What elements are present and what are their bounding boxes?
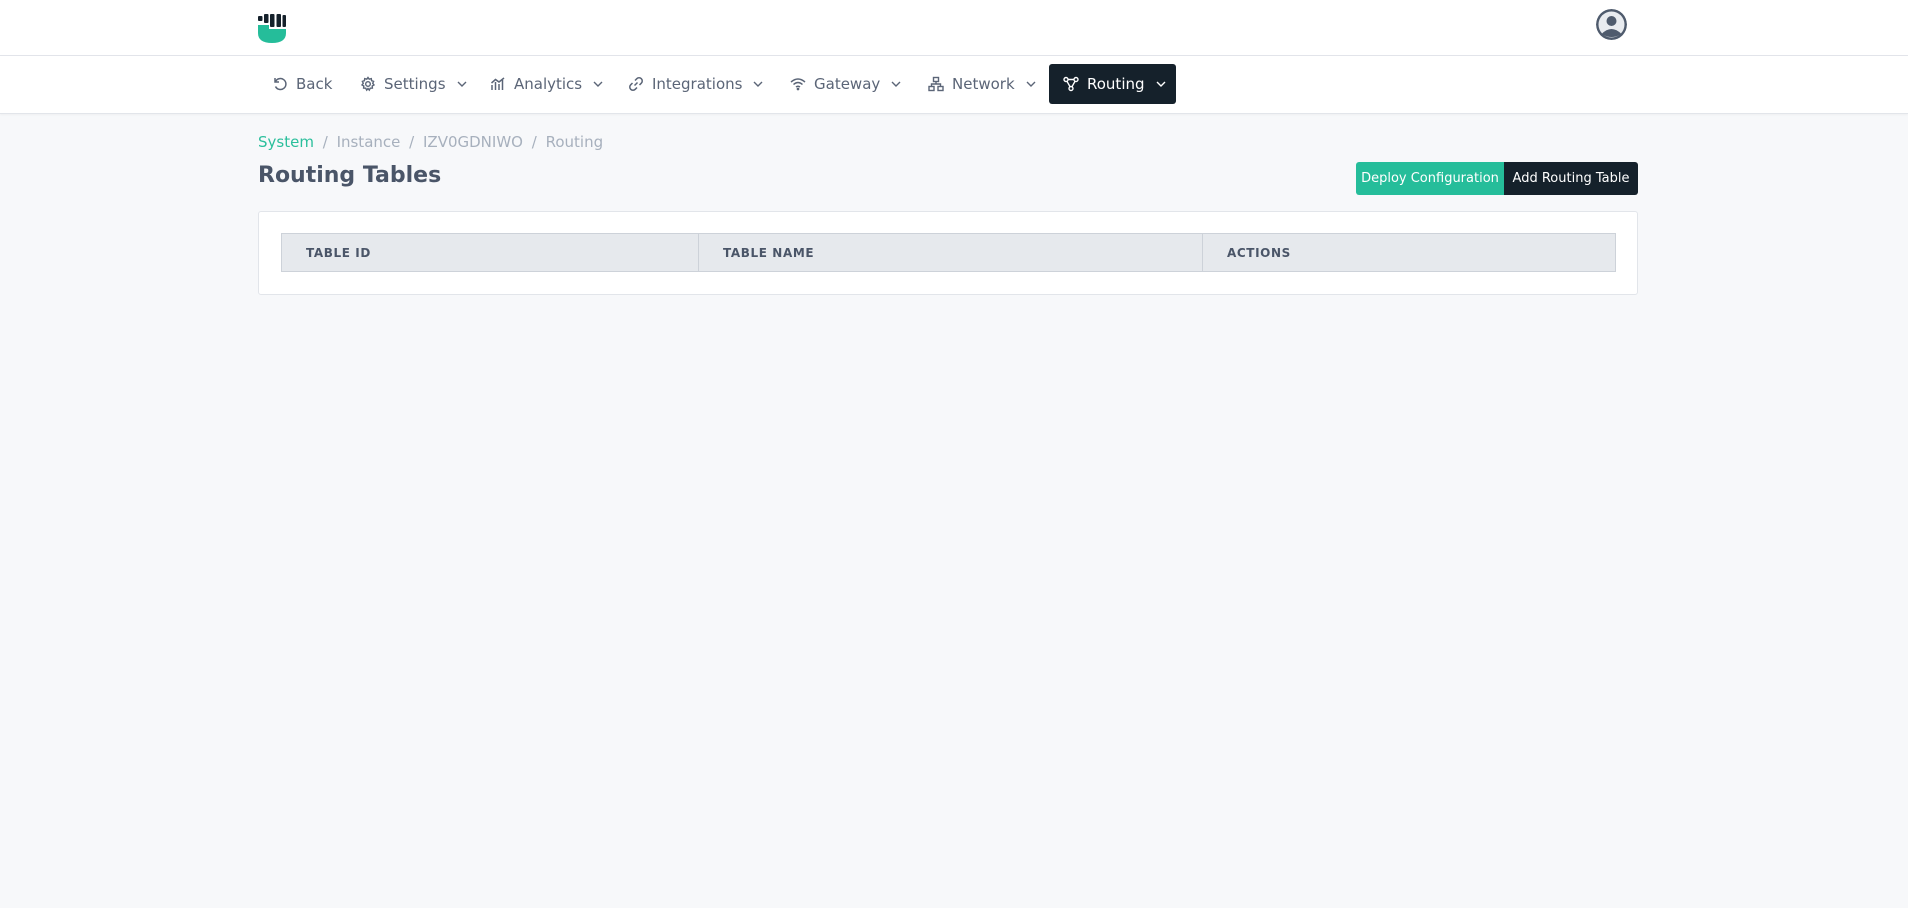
link-icon xyxy=(628,76,644,92)
nav-routing[interactable]: Routing xyxy=(1049,64,1176,104)
nav-analytics[interactable]: Analytics xyxy=(490,64,604,104)
breadcrumb-separator: / xyxy=(531,133,537,151)
chevron-down-icon xyxy=(456,78,468,90)
chevron-down-icon xyxy=(890,78,902,90)
add-routing-table-button[interactable]: Add Routing Table xyxy=(1504,162,1638,195)
network-icon xyxy=(928,76,944,92)
nav-settings-label: Settings xyxy=(384,75,446,93)
deploy-configuration-button[interactable]: Deploy Configuration xyxy=(1356,162,1504,195)
chevron-down-icon xyxy=(752,78,764,90)
breadcrumb: System / Instance / IZV0GDNIWO / Routing xyxy=(258,133,603,151)
nav-back-label: Back xyxy=(296,75,333,93)
table-body xyxy=(282,272,1616,273)
routing-icon xyxy=(1063,76,1079,92)
nav-settings[interactable]: Settings xyxy=(360,64,468,104)
chevron-down-icon xyxy=(592,78,604,90)
wifi-icon xyxy=(790,76,806,92)
gear-icon xyxy=(360,76,376,92)
user-avatar-icon xyxy=(1596,9,1627,40)
column-header-table-id[interactable]: TABLE ID xyxy=(281,233,699,272)
user-avatar[interactable] xyxy=(1596,9,1627,40)
nav-routing-label: Routing xyxy=(1087,75,1145,93)
nav-network-label: Network xyxy=(952,75,1015,93)
nav-integrations-label: Integrations xyxy=(652,75,743,93)
breadcrumb-separator: / xyxy=(409,133,415,151)
nav-analytics-label: Analytics xyxy=(514,75,583,93)
breadcrumb-system[interactable]: System xyxy=(258,133,314,151)
nav-integrations[interactable]: Integrations xyxy=(628,64,764,104)
routing-tables-table: TABLE ID TABLE NAME ACTIONS xyxy=(281,233,1616,273)
nav-gateway[interactable]: Gateway xyxy=(790,64,902,104)
routing-tables-card: TABLE ID TABLE NAME ACTIONS xyxy=(258,211,1638,295)
breadcrumb-instance[interactable]: Instance xyxy=(337,133,401,151)
breadcrumb-routing: Routing xyxy=(545,133,604,151)
undo-icon xyxy=(272,76,288,92)
bar-chart-icon xyxy=(490,76,506,92)
column-header-actions: ACTIONS xyxy=(1202,233,1616,272)
nav-network[interactable]: Network xyxy=(928,64,1037,104)
top-bar xyxy=(0,0,1908,56)
column-header-table-name[interactable]: TABLE NAME xyxy=(698,233,1203,272)
page-title: Routing Tables xyxy=(258,163,442,188)
nav-back[interactable]: Back xyxy=(272,64,332,104)
main-nav: Back Settings Analytics Integrations Gat… xyxy=(0,56,1908,114)
fist-shield-logo-icon[interactable] xyxy=(257,13,287,44)
table-header-row: TABLE ID TABLE NAME ACTIONS xyxy=(281,233,1616,272)
chevron-down-icon xyxy=(1025,78,1037,90)
nav-gateway-label: Gateway xyxy=(814,75,881,93)
breadcrumb-instance-id[interactable]: IZV0GDNIWO xyxy=(423,133,523,151)
breadcrumb-separator: / xyxy=(322,133,328,151)
chevron-down-icon xyxy=(1155,78,1167,90)
